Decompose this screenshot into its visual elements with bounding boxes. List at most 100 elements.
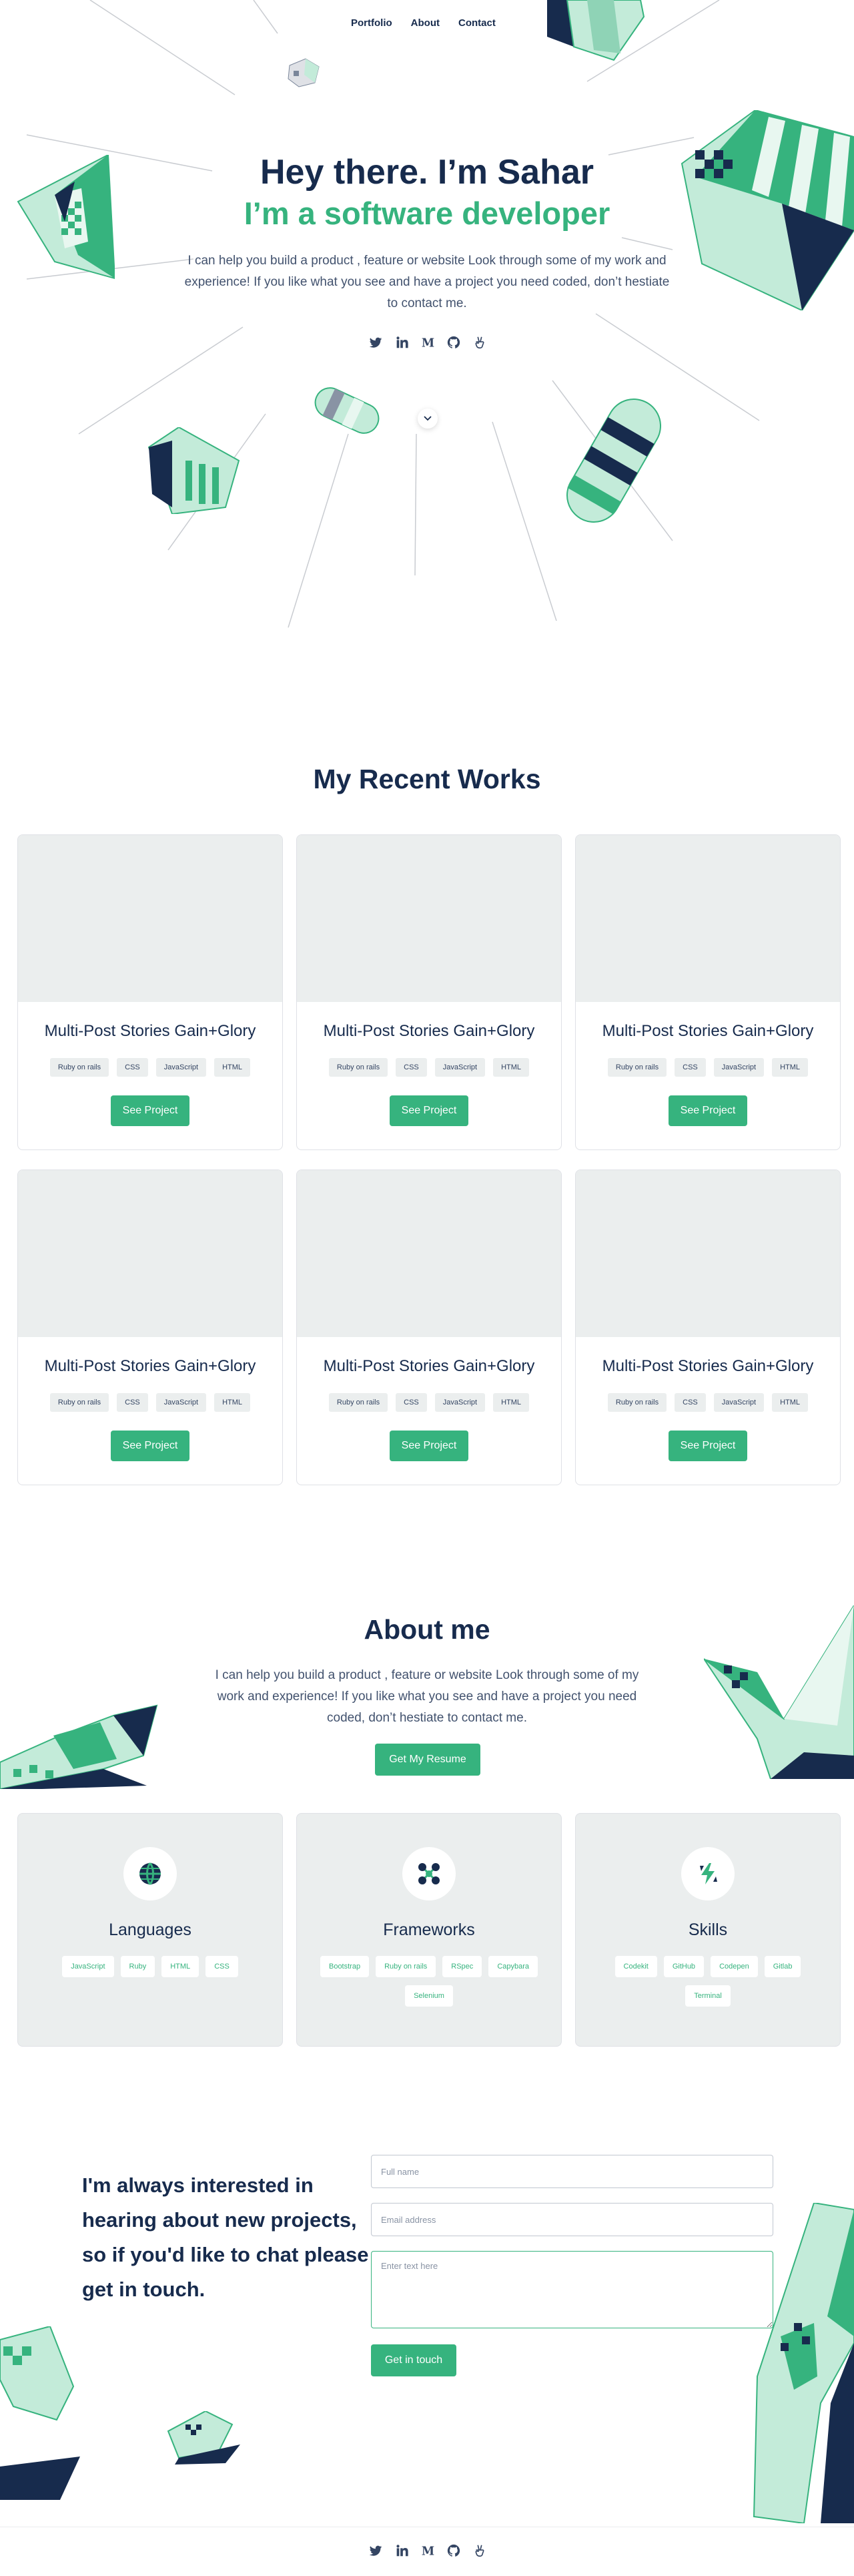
frameworks-title: Frameworks — [383, 1920, 475, 1939]
hero-decoration-lines — [26, 0, 760, 628]
medium-icon[interactable]: M — [420, 2543, 435, 2558]
see-project-button[interactable]: See Project — [390, 1095, 468, 1126]
skill-tag: HTML — [161, 1956, 199, 1977]
skill-tag: Capybara — [488, 1956, 538, 1977]
top-nav: Portfolio About Contact — [351, 17, 496, 29]
see-project-button[interactable]: See Project — [111, 1095, 189, 1126]
project-card: Multi-Post Stories Gain+Glory Ruby on rai… — [296, 834, 562, 1150]
tech-tag: JavaScript — [713, 1058, 765, 1077]
tech-tag: HTML — [772, 1393, 809, 1412]
tech-tag: CSS — [117, 1393, 148, 1412]
skill-tag: Codekit — [614, 1956, 657, 1977]
project-title: Multi-Post Stories Gain+Glory — [44, 1022, 256, 1040]
frameworks-card: Frameworks Bootstrap Ruby on rails RSpec… — [296, 1813, 562, 2047]
project-thumbnail — [297, 835, 561, 1002]
hero-social-links: M — [368, 335, 487, 350]
angellist-icon[interactable] — [472, 2543, 487, 2558]
github-icon[interactable] — [446, 2543, 461, 2558]
skill-tag: Bootstrap — [320, 1956, 370, 1977]
email-input[interactable] — [371, 2203, 773, 2236]
see-project-button[interactable]: See Project — [669, 1431, 747, 1461]
see-project-button[interactable]: See Project — [390, 1431, 468, 1461]
contact-heading: I'm always interested in hearing about n… — [82, 2173, 369, 2301]
tech-tag: JavaScript — [713, 1393, 765, 1412]
nav-contact-link[interactable]: Contact — [458, 17, 496, 29]
hero-text: I can help you build a product , feature… — [184, 254, 670, 310]
project-tags: Ruby on rails CSS JavaScript HTML — [297, 1393, 561, 1412]
tech-tag: JavaScript — [434, 1393, 486, 1412]
origami-bird-left-icon — [0, 1704, 158, 1789]
tech-tag: HTML — [493, 1393, 530, 1412]
tech-tag: JavaScript — [434, 1058, 486, 1077]
project-tags: Ruby on rails CSS JavaScript HTML — [576, 1393, 840, 1412]
tech-tag: JavaScript — [155, 1393, 207, 1412]
project-thumbnail — [18, 835, 282, 1002]
languages-card: Languages JavaScript Ruby HTML CSS — [17, 1813, 283, 2047]
svg-text:M: M — [422, 336, 434, 350]
tech-tag: CSS — [117, 1058, 148, 1077]
skill-tag: Gitlab — [764, 1956, 801, 1977]
project-tags: Ruby on rails CSS JavaScript HTML — [576, 1058, 840, 1077]
angellist-icon[interactable] — [472, 335, 487, 350]
linkedin-icon[interactable] — [394, 335, 409, 350]
hero-title: Hey there. I’m Sahar — [260, 153, 594, 192]
project-card: Multi-Post Stories Gain+Glory Ruby on rai… — [17, 1170, 283, 1485]
svg-text:M: M — [422, 2545, 434, 2558]
project-card: Multi-Post Stories Gain+Glory Ruby on rai… — [17, 834, 283, 1150]
project-title: Multi-Post Stories Gain+Glory — [602, 1022, 814, 1040]
about-text: I can help you build a product , feature… — [215, 1668, 639, 1725]
nav-about-link[interactable]: About — [411, 17, 440, 29]
tech-tag: Ruby on rails — [328, 1058, 388, 1077]
tech-tag: HTML — [214, 1058, 251, 1077]
frameworks-tags: Bootstrap Ruby on rails RSpec Capybara S… — [312, 1956, 546, 2007]
project-card: Multi-Post Stories Gain+Glory Ruby on rai… — [296, 1170, 562, 1485]
message-textarea[interactable] — [371, 2251, 773, 2328]
see-project-button[interactable]: See Project — [669, 1095, 747, 1126]
skill-tag: Codepen — [711, 1956, 758, 1977]
linkedin-icon[interactable] — [394, 2543, 409, 2558]
skills-title: Skills — [688, 1920, 728, 1939]
skill-tag: CSS — [205, 1956, 238, 1977]
tech-tag: Ruby on rails — [49, 1393, 109, 1412]
twitter-icon[interactable] — [368, 335, 383, 350]
get-resume-button[interactable]: Get My Resume — [375, 1744, 480, 1776]
tech-tag: Ruby on rails — [49, 1058, 109, 1077]
project-title: Multi-Post Stories Gain+Glory — [44, 1357, 256, 1375]
skills-card: Skills Codekit GitHub Codepen Gitlab Ter… — [575, 1813, 841, 2047]
tech-tag: CSS — [675, 1393, 706, 1412]
project-thumbnail — [18, 1170, 282, 1337]
project-thumbnail — [576, 835, 840, 1002]
tech-tag: CSS — [675, 1058, 706, 1077]
skill-tag: JavaScript — [62, 1956, 114, 1977]
github-icon[interactable] — [446, 335, 461, 350]
scroll-down-button[interactable] — [418, 409, 438, 429]
tech-tag: JavaScript — [155, 1058, 207, 1077]
project-card: Multi-Post Stories Gain+Glory Ruby on rai… — [575, 834, 841, 1150]
tech-tag: CSS — [396, 1393, 427, 1412]
large-capsule-icon — [566, 399, 661, 523]
decorative-cube-icon — [547, 0, 645, 61]
fullname-input[interactable] — [371, 2155, 773, 2188]
skill-tag: Selenium — [405, 1985, 453, 2007]
bolt-icon — [681, 1847, 735, 1900]
project-tags: Ruby on rails CSS JavaScript HTML — [18, 1393, 282, 1412]
small-checkered-cube-icon — [147, 427, 240, 514]
tech-tag: Ruby on rails — [328, 1393, 388, 1412]
hero-subtitle: I’m a software developer — [244, 196, 610, 231]
skill-tag: Ruby — [120, 1956, 155, 1977]
medium-icon[interactable]: M — [420, 335, 435, 350]
twitter-icon[interactable] — [368, 2543, 383, 2558]
nav-portfolio-link[interactable]: Portfolio — [351, 17, 392, 29]
project-card: Multi-Post Stories Gain+Glory Ruby on rai… — [575, 1170, 841, 1485]
languages-tags: JavaScript Ruby HTML CSS — [33, 1956, 268, 1977]
project-title: Multi-Post Stories Gain+Glory — [323, 1357, 535, 1375]
contact-left-shape-icon — [0, 2326, 80, 2500]
skill-tag: Ruby on rails — [376, 1956, 436, 1977]
project-thumbnail — [576, 1170, 840, 1337]
small-cube-icon — [288, 58, 320, 87]
see-project-button[interactable]: See Project — [111, 1431, 189, 1461]
tech-tag: CSS — [396, 1058, 427, 1077]
tech-tag: HTML — [493, 1058, 530, 1077]
get-in-touch-button[interactable]: Get in touch — [371, 2344, 456, 2376]
footer-social-links: M — [368, 2543, 487, 2558]
